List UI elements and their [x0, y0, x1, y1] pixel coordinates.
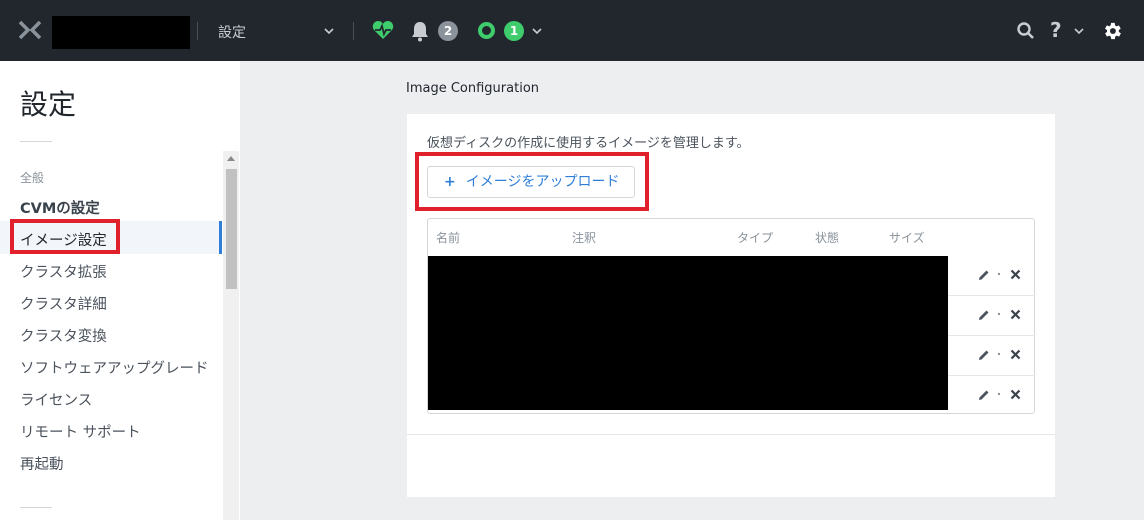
close-icon[interactable]: [1010, 269, 1021, 280]
separator-dot: [998, 353, 1000, 355]
gear-icon[interactable]: [1101, 20, 1123, 42]
sidebar-item-cluster-expand[interactable]: クラスタ拡張: [20, 261, 107, 282]
settings-sidebar: 設定 全般 CVMの設定 イメージ設定 クラスタ拡張 クラスタ詳細 クラスタ変換…: [0, 61, 240, 520]
separator-dot: [998, 273, 1000, 275]
sidebar-scroll-thumb[interactable]: [226, 169, 237, 289]
column-header-size[interactable]: サイズ: [889, 229, 925, 246]
chevron-down-icon[interactable]: [1072, 24, 1086, 38]
divider: [20, 507, 52, 508]
sidebar-item-cvm-settings[interactable]: CVMの設定: [20, 197, 100, 218]
table-row-actions: [978, 349, 1028, 363]
sidebar-item-software-upgrade[interactable]: ソフトウェアアップグレード: [20, 357, 209, 378]
row-divider: [948, 375, 1035, 376]
bell-icon[interactable]: [410, 20, 430, 42]
image-configuration-panel: 仮想ディスクの作成に使用するイメージを管理します。 + イメージをアップロード 名…: [407, 114, 1055, 497]
table-row-actions: [978, 389, 1028, 403]
sidebar-item-remote-support[interactable]: リモート サポート: [20, 421, 141, 442]
sidebar-section-general: 全般: [20, 171, 45, 185]
tasks-count-badge[interactable]: 1: [504, 21, 524, 41]
divider: [197, 22, 198, 40]
alerts-count-badge[interactable]: 2: [438, 21, 458, 41]
main-menu-label[interactable]: 設定: [218, 22, 246, 42]
close-icon[interactable]: [1010, 349, 1021, 360]
image-rows-redacted: [428, 256, 948, 410]
pencil-icon[interactable]: [978, 269, 990, 281]
sidebar-item-reboot[interactable]: 再起動: [20, 453, 64, 474]
column-header-type[interactable]: タイプ: [737, 229, 773, 246]
panel-description: 仮想ディスクの作成に使用するイメージを管理します。: [427, 136, 750, 151]
help-icon[interactable]: ?: [1050, 18, 1062, 42]
chevron-down-icon[interactable]: [322, 24, 336, 38]
annotation-highlight-box: [10, 219, 120, 254]
table-row-actions: [978, 309, 1028, 323]
chevron-down-icon[interactable]: [530, 24, 544, 38]
column-header-name[interactable]: 名前: [436, 229, 460, 246]
task-ring-icon[interactable]: [478, 22, 495, 39]
annotation-highlight-box: [415, 152, 649, 211]
pencil-icon[interactable]: [978, 389, 990, 401]
health-heart-icon[interactable]: [372, 20, 394, 40]
column-header-annotation[interactable]: 注釈: [572, 229, 596, 246]
pencil-icon[interactable]: [978, 349, 990, 361]
top-navbar: 設定 2 1 ?: [0, 0, 1144, 61]
separator-dot: [998, 313, 1000, 315]
scroll-up-arrow-icon[interactable]: [227, 156, 235, 161]
divider: [20, 141, 52, 142]
divider: [353, 22, 354, 40]
sidebar-active-indicator: [219, 221, 222, 254]
close-icon[interactable]: [1010, 309, 1021, 320]
sidebar-item-licensing[interactable]: ライセンス: [20, 389, 92, 410]
row-divider: [948, 295, 1035, 296]
pencil-icon[interactable]: [978, 309, 990, 321]
nutanix-logo-icon[interactable]: [18, 20, 42, 40]
separator-dot: [998, 393, 1000, 395]
search-icon[interactable]: [1016, 21, 1036, 41]
image-table: 名前 注釈 タイプ 状態 サイズ: [427, 218, 1035, 414]
table-row-actions: [978, 269, 1028, 283]
sidebar-item-cluster-details[interactable]: クラスタ詳細: [20, 293, 107, 314]
row-divider: [948, 335, 1035, 336]
close-icon[interactable]: [1010, 389, 1021, 400]
panel-divider: [407, 434, 1055, 435]
sidebar-item-cluster-convert[interactable]: クラスタ変換: [20, 325, 107, 346]
page-title: Image Configuration: [406, 81, 540, 96]
cluster-name-redacted: [52, 16, 190, 49]
column-header-state[interactable]: 状態: [815, 229, 839, 246]
sidebar-title: 設定: [20, 88, 77, 121]
